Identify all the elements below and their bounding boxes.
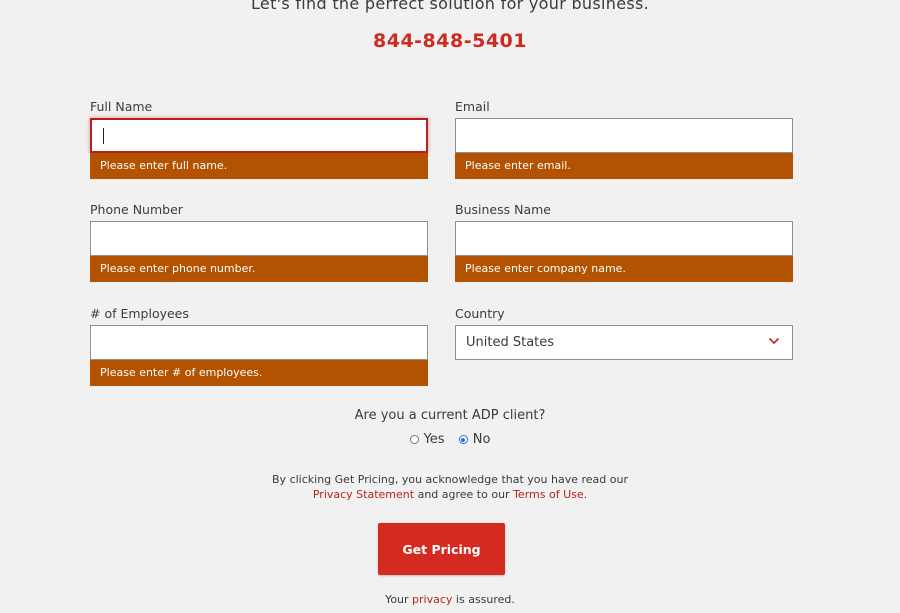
email-group: Email Please enter email. xyxy=(455,98,793,179)
email-error: Please enter email. xyxy=(455,153,793,179)
legal-end: . xyxy=(583,488,588,501)
assured-suffix: is assured. xyxy=(455,593,515,606)
phone-number-label: Phone Number xyxy=(90,202,183,217)
employees-input[interactable] xyxy=(90,325,428,360)
email-input[interactable] xyxy=(455,118,793,153)
full-name-label: Full Name xyxy=(90,99,153,114)
radio-no-label: No xyxy=(472,432,491,447)
business-name-input[interactable] xyxy=(455,221,793,256)
legal-line2: Privacy Statement and agree to our Terms… xyxy=(0,487,900,502)
privacy-link[interactable]: privacy xyxy=(412,593,452,606)
get-pricing-button[interactable]: Get Pricing xyxy=(378,523,505,575)
radio-no-circle[interactable] xyxy=(458,435,468,444)
business-name-error: Please enter company name. xyxy=(455,256,793,282)
phone-number-link[interactable]: 844-848-5401 xyxy=(0,30,900,52)
business-name-label: Business Name xyxy=(455,202,551,217)
radio-no[interactable]: No xyxy=(458,432,491,447)
privacy-assured: Your privacy is assured. xyxy=(0,593,900,606)
chevron-down-icon xyxy=(768,337,780,345)
client-question: Are you a current ADP client? xyxy=(354,408,546,423)
radio-yes-label: Yes xyxy=(423,432,445,447)
legal-notice: By clicking Get Pricing, you acknowledge… xyxy=(0,472,900,502)
business-name-group: Business Name Please enter company name. xyxy=(455,201,793,282)
employees-group: # of Employees Please enter # of employe… xyxy=(90,305,428,386)
country-select[interactable]: United States xyxy=(455,325,793,360)
legal-line1: By clicking Get Pricing, you acknowledge… xyxy=(272,473,628,486)
full-name-error: Please enter full name. xyxy=(90,153,428,179)
phone-number-group: Phone Number Please enter phone number. xyxy=(90,201,428,282)
assured-prefix: Your xyxy=(385,593,409,606)
country-label: Country xyxy=(455,306,505,321)
text-caret xyxy=(103,127,104,144)
legal-middle: and agree to our xyxy=(417,488,510,501)
country-group: Country United States xyxy=(455,305,793,360)
country-selected-value: United States xyxy=(466,335,555,350)
client-radio-group: Yes No xyxy=(0,432,900,448)
privacy-statement-link[interactable]: Privacy Statement xyxy=(313,488,414,501)
employees-label: # of Employees xyxy=(90,306,189,321)
email-label: Email xyxy=(455,99,490,114)
employees-error: Please enter # of employees. xyxy=(90,360,428,386)
terms-of-use-link[interactable]: Terms of Use xyxy=(513,488,584,501)
page-headline: Let's find the perfect solution for your… xyxy=(251,0,649,13)
phone-number-error: Please enter phone number. xyxy=(90,256,428,282)
full-name-group: Full Name Please enter full name. xyxy=(90,98,428,179)
phone-number-input[interactable] xyxy=(90,221,428,256)
radio-yes[interactable]: Yes xyxy=(409,432,445,447)
full-name-input[interactable] xyxy=(90,118,428,153)
radio-yes-circle[interactable] xyxy=(409,435,419,444)
